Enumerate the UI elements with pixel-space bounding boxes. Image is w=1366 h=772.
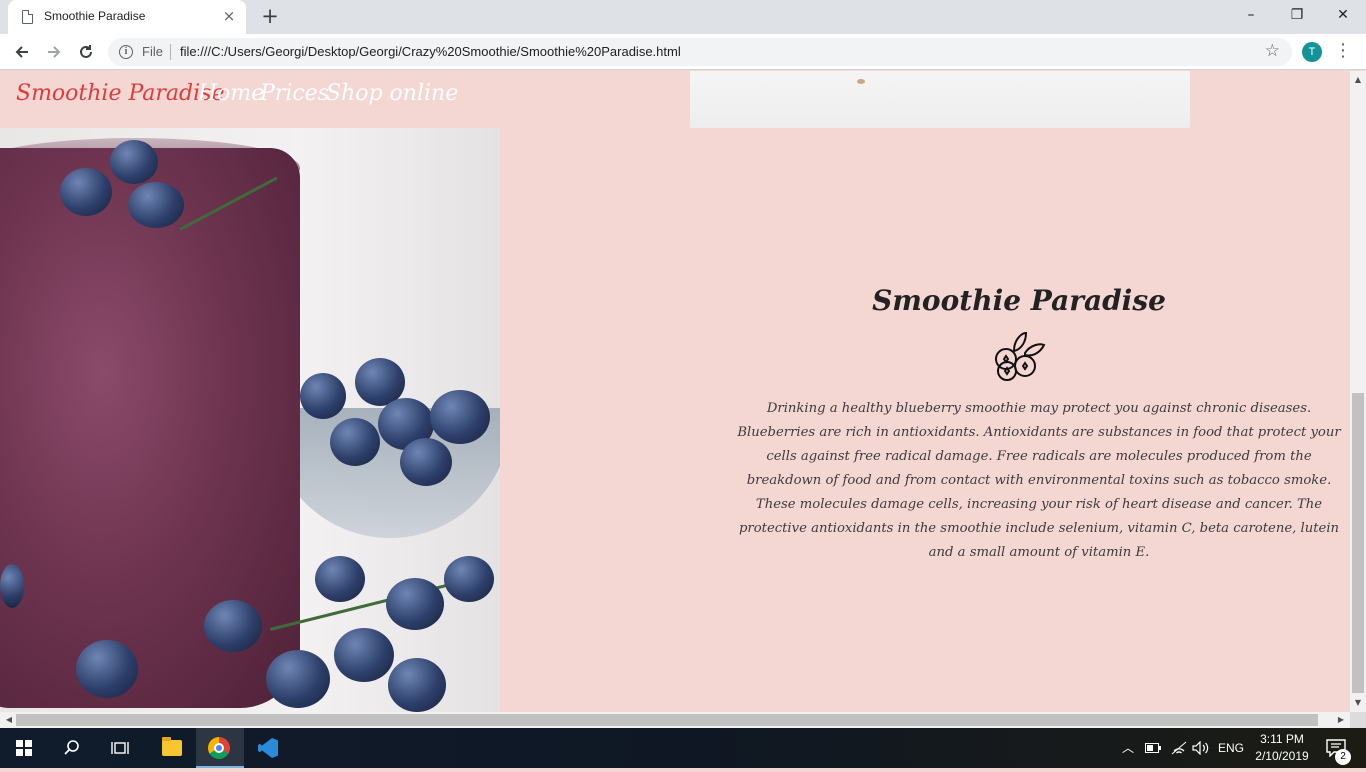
- browser-toolbar: i File file:///C:/Users/Georgi/Desktop/G…: [0, 34, 1366, 70]
- scroll-left-arrow-icon[interactable]: ◀: [2, 712, 16, 728]
- restore-button[interactable]: ❐: [1274, 0, 1320, 30]
- close-window-button[interactable]: ✕: [1320, 0, 1366, 30]
- brand-logo-link[interactable]: Smoothie Paradise: [16, 81, 224, 106]
- blueberry: [266, 650, 330, 708]
- blueberry-smoothie-photo: [0, 128, 500, 712]
- blueberry: [430, 390, 490, 444]
- action-center-button[interactable]: 2: [1318, 728, 1358, 768]
- folder-icon: [162, 737, 182, 756]
- blueberry: [300, 373, 346, 419]
- new-tab-button[interactable]: +: [258, 4, 282, 28]
- address-bar[interactable]: i File file:///C:/Users/Georgi/Desktop/G…: [108, 38, 1292, 66]
- blueberry: [315, 556, 365, 602]
- browser-menu-icon[interactable]: ⋮: [1334, 40, 1352, 64]
- vertical-scroll-thumb[interactable]: [1352, 393, 1364, 693]
- battery-icon[interactable]: [1142, 728, 1164, 768]
- page-viewport: Smoothie Paradise Home Prices Shop onlin…: [0, 71, 1350, 712]
- input-language-indicator[interactable]: ENG: [1214, 728, 1248, 768]
- show-hidden-icons-chevron-icon[interactable]: ︿: [1118, 728, 1138, 768]
- image-detail: [857, 79, 865, 84]
- blueberry: [110, 140, 158, 184]
- blueberry: [388, 658, 446, 712]
- chrome-icon: [208, 737, 230, 759]
- clock-time: 3:11 PM: [1260, 732, 1304, 746]
- nav-prices[interactable]: Prices: [260, 81, 329, 106]
- url-text[interactable]: file:///C:/Users/Georgi/Desktop/Georgi/C…: [180, 44, 681, 59]
- scroll-up-arrow-icon[interactable]: ▲: [1350, 73, 1366, 87]
- blueberry: [0, 564, 24, 608]
- browser-tab[interactable]: Smoothie Paradise ×: [8, 0, 246, 34]
- blueberries-icon: [995, 331, 1046, 381]
- blueberry: [330, 418, 380, 466]
- forward-arrow-icon: [48, 46, 61, 58]
- nav-shop-online[interactable]: Shop online: [326, 81, 458, 106]
- nav-home[interactable]: Home: [198, 81, 264, 106]
- top-image-fragment: [690, 71, 1190, 128]
- scroll-right-arrow-icon[interactable]: ▶: [1334, 712, 1348, 728]
- task-view-button[interactable]: [96, 728, 144, 768]
- blueberry: [386, 578, 444, 630]
- horizontal-scroll-thumb[interactable]: [16, 714, 1318, 726]
- browser-tab-strip: Smoothie Paradise × + – ❐ ✕: [0, 0, 1366, 34]
- blueberry: [444, 556, 494, 602]
- search-icon: [64, 740, 79, 755]
- scrollbar-corner: [1350, 712, 1366, 728]
- search-button[interactable]: [48, 728, 96, 768]
- reload-button[interactable]: [72, 38, 100, 66]
- document-icon: [22, 10, 33, 24]
- forward-button[interactable]: [40, 38, 68, 66]
- blueberry: [60, 168, 112, 216]
- scroll-down-arrow-icon[interactable]: ▼: [1350, 696, 1366, 710]
- vertical-scrollbar[interactable]: ▲ ▼: [1350, 71, 1366, 712]
- blueberry: [334, 628, 394, 682]
- vscode-taskbar-button[interactable]: [244, 728, 292, 768]
- bookmark-star-icon[interactable]: ☆: [1265, 41, 1280, 61]
- section-title: Smoothie Paradise: [872, 284, 1166, 317]
- omnibox-divider: [170, 44, 171, 60]
- site-info-icon[interactable]: i: [119, 45, 133, 59]
- start-button[interactable]: [0, 728, 48, 768]
- wifi-icon[interactable]: [1168, 728, 1190, 768]
- minimize-button[interactable]: –: [1228, 0, 1274, 30]
- windows-taskbar: ︿ ENG 3:11 PM 2/10/2019 2: [0, 728, 1366, 768]
- file-explorer-button[interactable]: [148, 728, 196, 768]
- blueberry: [128, 182, 184, 228]
- task-view-icon: [111, 742, 129, 754]
- blueberry: [204, 600, 262, 652]
- reload-icon: [80, 45, 92, 58]
- blueberry: [76, 640, 138, 698]
- notification-count-badge: 2: [1335, 749, 1351, 765]
- clock-date: 2/10/2019: [1255, 749, 1309, 763]
- taskbar-clock[interactable]: 3:11 PM 2/10/2019: [1250, 731, 1314, 765]
- scheme-label: File: [142, 44, 163, 59]
- chrome-taskbar-button[interactable]: [196, 728, 244, 768]
- tab-close-icon[interactable]: ×: [220, 7, 238, 25]
- description-text: Drinking a healthy blueberry smoothie ma…: [737, 401, 1341, 560]
- back-button[interactable]: [8, 38, 36, 66]
- volume-icon[interactable]: [1190, 728, 1212, 768]
- blueberry: [400, 438, 452, 486]
- profile-avatar[interactable]: T: [1302, 42, 1322, 62]
- vscode-icon: [258, 738, 278, 758]
- windows-logo-icon: [16, 740, 32, 756]
- tab-title: Smoothie Paradise: [44, 9, 146, 23]
- back-arrow-icon: [15, 46, 28, 58]
- horizontal-scrollbar[interactable]: ◀ ▶: [0, 712, 1350, 728]
